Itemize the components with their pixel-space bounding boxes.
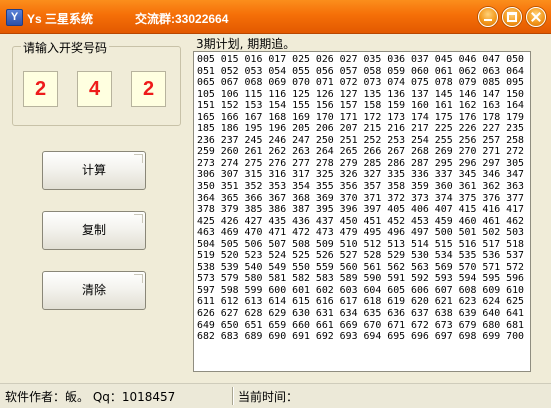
- minimize-icon: [484, 19, 492, 21]
- current-time-label: 当前时间：: [238, 390, 299, 404]
- close-button[interactable]: [526, 7, 546, 27]
- calculate-button[interactable]: 计算: [42, 151, 146, 190]
- minimize-button[interactable]: [478, 7, 498, 27]
- number-input-3[interactable]: 2: [131, 71, 166, 107]
- title-bar[interactable]: Y Ys 三星系统 交流群:33022664: [0, 0, 551, 34]
- status-bar: 软件作者：皈。 Qq：1018457 当前时间：: [0, 383, 551, 408]
- app-icon[interactable]: Y: [6, 9, 23, 26]
- copy-button[interactable]: 复制: [42, 211, 146, 250]
- author-info: 软件作者：皈。 Qq：1018457: [5, 390, 176, 404]
- number-input-2[interactable]: 4: [77, 71, 112, 107]
- window-title: Ys 三星系统: [27, 12, 94, 26]
- status-divider: [232, 387, 234, 405]
- number-input-1[interactable]: 2: [23, 71, 58, 107]
- group-info: 交流群:33022664: [135, 12, 229, 26]
- input-group-label: 请输入开奖号码: [21, 39, 110, 56]
- plan-header: 3期计划, 期期追。: [196, 37, 296, 51]
- clear-button[interactable]: 清除: [42, 271, 146, 310]
- result-textarea[interactable]: 005 015 016 017 025 026 027 035 036 037 …: [193, 51, 531, 372]
- maximize-icon: [507, 12, 517, 22]
- maximize-button[interactable]: [502, 7, 522, 27]
